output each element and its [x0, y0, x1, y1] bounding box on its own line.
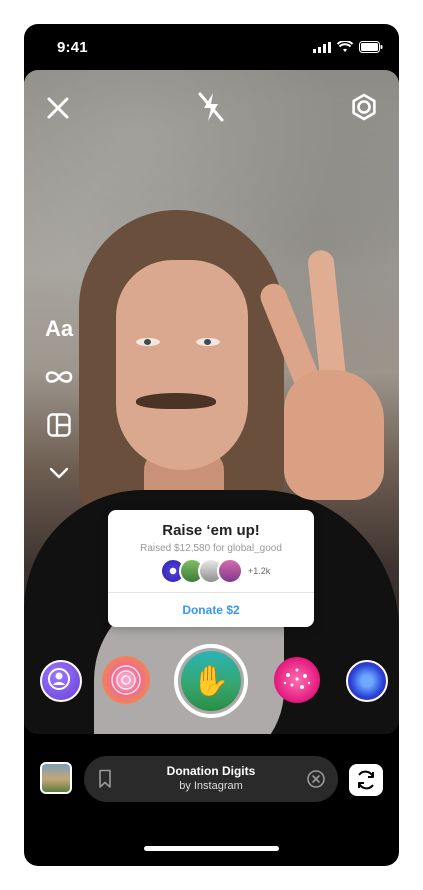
donate-button[interactable]: Donate $2	[108, 593, 314, 627]
wifi-icon	[337, 41, 353, 52]
phone-frame: 9:41 Aa Raise ‘em up! Raised $12,580 for…	[24, 24, 399, 866]
subject-mustache	[136, 393, 216, 409]
sticker-subtitle: Raised $12,580 for global_good	[140, 543, 282, 554]
signal-icon	[313, 41, 331, 53]
status-time: 9:41	[57, 39, 88, 56]
supporter-count: +1.2k	[248, 566, 271, 576]
camera-flip-button[interactable]	[349, 764, 383, 796]
effect-sparkles[interactable]	[274, 657, 320, 703]
rings-icon	[111, 665, 141, 695]
top-controls	[24, 70, 399, 140]
effect-orb[interactable]	[346, 660, 388, 702]
bottom-bar: Donation Digits by Instagram	[24, 750, 399, 810]
close-circle-icon[interactable]	[306, 769, 326, 789]
boomerang-icon	[45, 371, 73, 383]
text-tool-button[interactable]: Aa	[44, 314, 74, 344]
avatar	[217, 558, 243, 584]
close-icon[interactable]	[44, 94, 72, 122]
effect-rings[interactable]	[102, 656, 150, 704]
capture-button[interactable]: ✋	[174, 644, 248, 718]
settings-icon[interactable]	[349, 92, 379, 122]
supporter-avatars: +1.2k	[160, 558, 271, 584]
sticker-title: Raise ‘em up!	[162, 522, 260, 539]
chevron-down-icon	[49, 467, 69, 479]
flash-off-icon[interactable]	[196, 90, 226, 124]
status-icons	[313, 41, 383, 53]
raised-hand-icon: ✋	[181, 651, 241, 711]
camera-flip-icon	[358, 770, 374, 790]
effect-author: by Instagram	[179, 780, 243, 792]
effects-carousel: ✋	[24, 644, 399, 724]
subject-eye-right	[196, 338, 220, 346]
battery-icon	[359, 41, 383, 53]
subject-face	[116, 260, 248, 470]
subject-eye-left	[136, 338, 160, 346]
gallery-thumbnail[interactable]	[40, 762, 72, 794]
sparkles-icon	[283, 668, 311, 689]
layout-button[interactable]	[44, 410, 74, 440]
donation-sticker[interactable]: Raise ‘em up! Raised $12,580 for global_…	[108, 510, 314, 627]
status-bar: 9:41	[24, 24, 399, 70]
peace-sign-hand	[256, 249, 384, 510]
person-icon	[48, 668, 70, 690]
layout-icon	[47, 413, 71, 437]
more-tools-button[interactable]	[44, 458, 74, 488]
effect-name: Donation Digits	[166, 764, 256, 778]
effect-avatar[interactable]	[40, 660, 82, 702]
boomerang-button[interactable]	[44, 362, 74, 392]
camera-viewfinder[interactable]	[24, 70, 399, 734]
effect-info-pill[interactable]: Donation Digits by Instagram	[84, 756, 338, 802]
home-indicator[interactable]	[144, 846, 279, 851]
